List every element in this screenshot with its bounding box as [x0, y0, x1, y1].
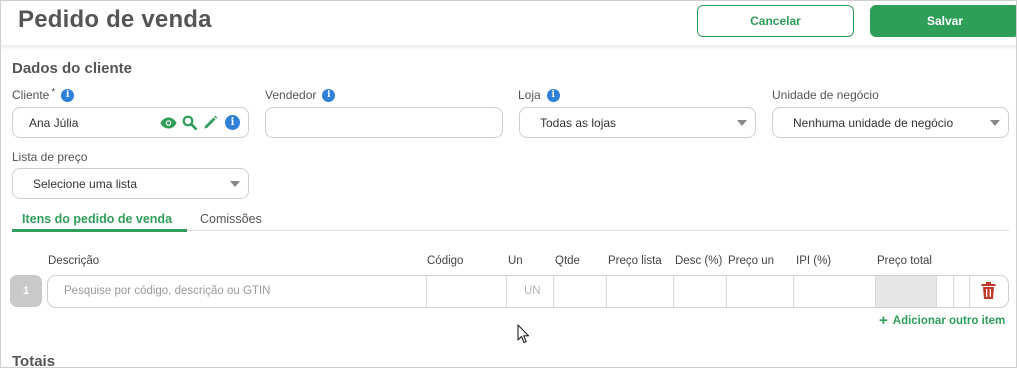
column-header-ipi: IPI (%): [796, 255, 832, 267]
info-icon[interactable]: i: [225, 115, 240, 130]
loja-select[interactable]: Todas as lojas: [519, 107, 756, 138]
extra-cell-1: [936, 276, 953, 307]
vendedor-label: Vendedor i: [265, 88, 336, 102]
lista-label-text: Lista de preço: [12, 150, 88, 164]
desc-cell[interactable]: [673, 276, 726, 307]
preco-un-cell[interactable]: [726, 276, 793, 307]
page-title: Pedido de venda: [18, 6, 212, 33]
vendedor-label-text: Vendedor: [265, 88, 317, 102]
description-search-input[interactable]: Pesquise por código, descrição ou GTIN: [64, 285, 270, 297]
tab-itens[interactable]: Itens do pedido de venda: [22, 212, 172, 226]
unidade-label-text: Unidade de negócio: [772, 88, 879, 102]
caret-down-icon: [990, 120, 1000, 126]
trash-icon[interactable]: [981, 282, 996, 304]
column-header-un: Un: [508, 255, 523, 267]
app-frame: Pedido de venda Cancelar Salvar Dados do…: [0, 0, 1017, 368]
column-header-preco-un: Preço un: [728, 255, 775, 267]
cliente-field[interactable]: Ana Júlia i: [12, 107, 249, 138]
cliente-actions: i: [160, 114, 240, 131]
column-header-preco-lista: Preço lista: [608, 255, 662, 267]
page-header: Pedido de venda Cancelar Salvar: [1, 1, 1016, 45]
vendedor-field[interactable]: [265, 107, 503, 138]
preco-lista-cell[interactable]: [606, 276, 673, 307]
column-header-descricao: Descrição: [48, 255, 100, 267]
add-item-link[interactable]: + Adicionar outro item: [879, 313, 1005, 328]
cliente-value: Ana Júlia: [29, 115, 79, 130]
un-cell[interactable]: UN: [506, 276, 553, 307]
save-button[interactable]: Salvar: [870, 5, 1016, 37]
info-icon[interactable]: i: [61, 88, 75, 102]
plus-icon: +: [879, 312, 888, 329]
qtde-cell[interactable]: [553, 276, 606, 307]
unidade-label: Unidade de negócio: [772, 88, 879, 102]
lista-value: Selecione uma lista: [33, 176, 138, 191]
tab-comissoes[interactable]: Comissões: [200, 212, 262, 226]
codigo-cell[interactable]: [426, 276, 506, 307]
eye-icon[interactable]: [160, 114, 177, 131]
caret-down-icon: [230, 181, 240, 187]
extra-cell-2: [953, 276, 969, 307]
totals-title: Totais: [12, 353, 56, 368]
ipi-cell[interactable]: [793, 276, 875, 307]
client-section-title: Dados do cliente: [12, 60, 133, 77]
loja-label-text: Loja: [518, 88, 541, 102]
loja-value: Todas as lojas: [540, 115, 617, 130]
active-tab-indicator: [12, 229, 187, 232]
add-item-label: Adicionar outro item: [892, 314, 1006, 327]
pencil-icon[interactable]: [202, 114, 219, 131]
lista-label: Lista de preço: [12, 150, 87, 164]
column-header-codigo: Código: [427, 255, 464, 267]
caret-down-icon: [737, 120, 747, 126]
un-placeholder: UN: [524, 285, 541, 297]
column-header-qtde: Qtde: [555, 255, 580, 267]
info-icon[interactable]: i: [546, 88, 560, 102]
info-icon[interactable]: i: [322, 88, 336, 102]
unidade-select[interactable]: Nenhuma unidade de negócio: [772, 107, 1009, 138]
cancel-button[interactable]: Cancelar: [697, 5, 854, 37]
mouse-cursor-icon: [517, 324, 530, 349]
search-icon[interactable]: [181, 114, 198, 131]
unidade-value: Nenhuma unidade de negócio: [793, 115, 954, 130]
lista-select[interactable]: Selecione uma lista: [12, 168, 249, 199]
cliente-label: Cliente * i: [12, 86, 75, 102]
required-mark: *: [51, 86, 56, 98]
column-header-preco-total: Preço total: [877, 255, 932, 267]
preco-total-cell: [875, 276, 936, 307]
loja-label: Loja i: [518, 88, 560, 102]
row-number-badge: 1: [10, 275, 42, 307]
cliente-label-text: Cliente: [12, 88, 50, 102]
column-header-desc: Desc (%): [675, 255, 723, 267]
table-row: Pesquise por código, descrição ou GTIN U…: [47, 275, 1009, 308]
